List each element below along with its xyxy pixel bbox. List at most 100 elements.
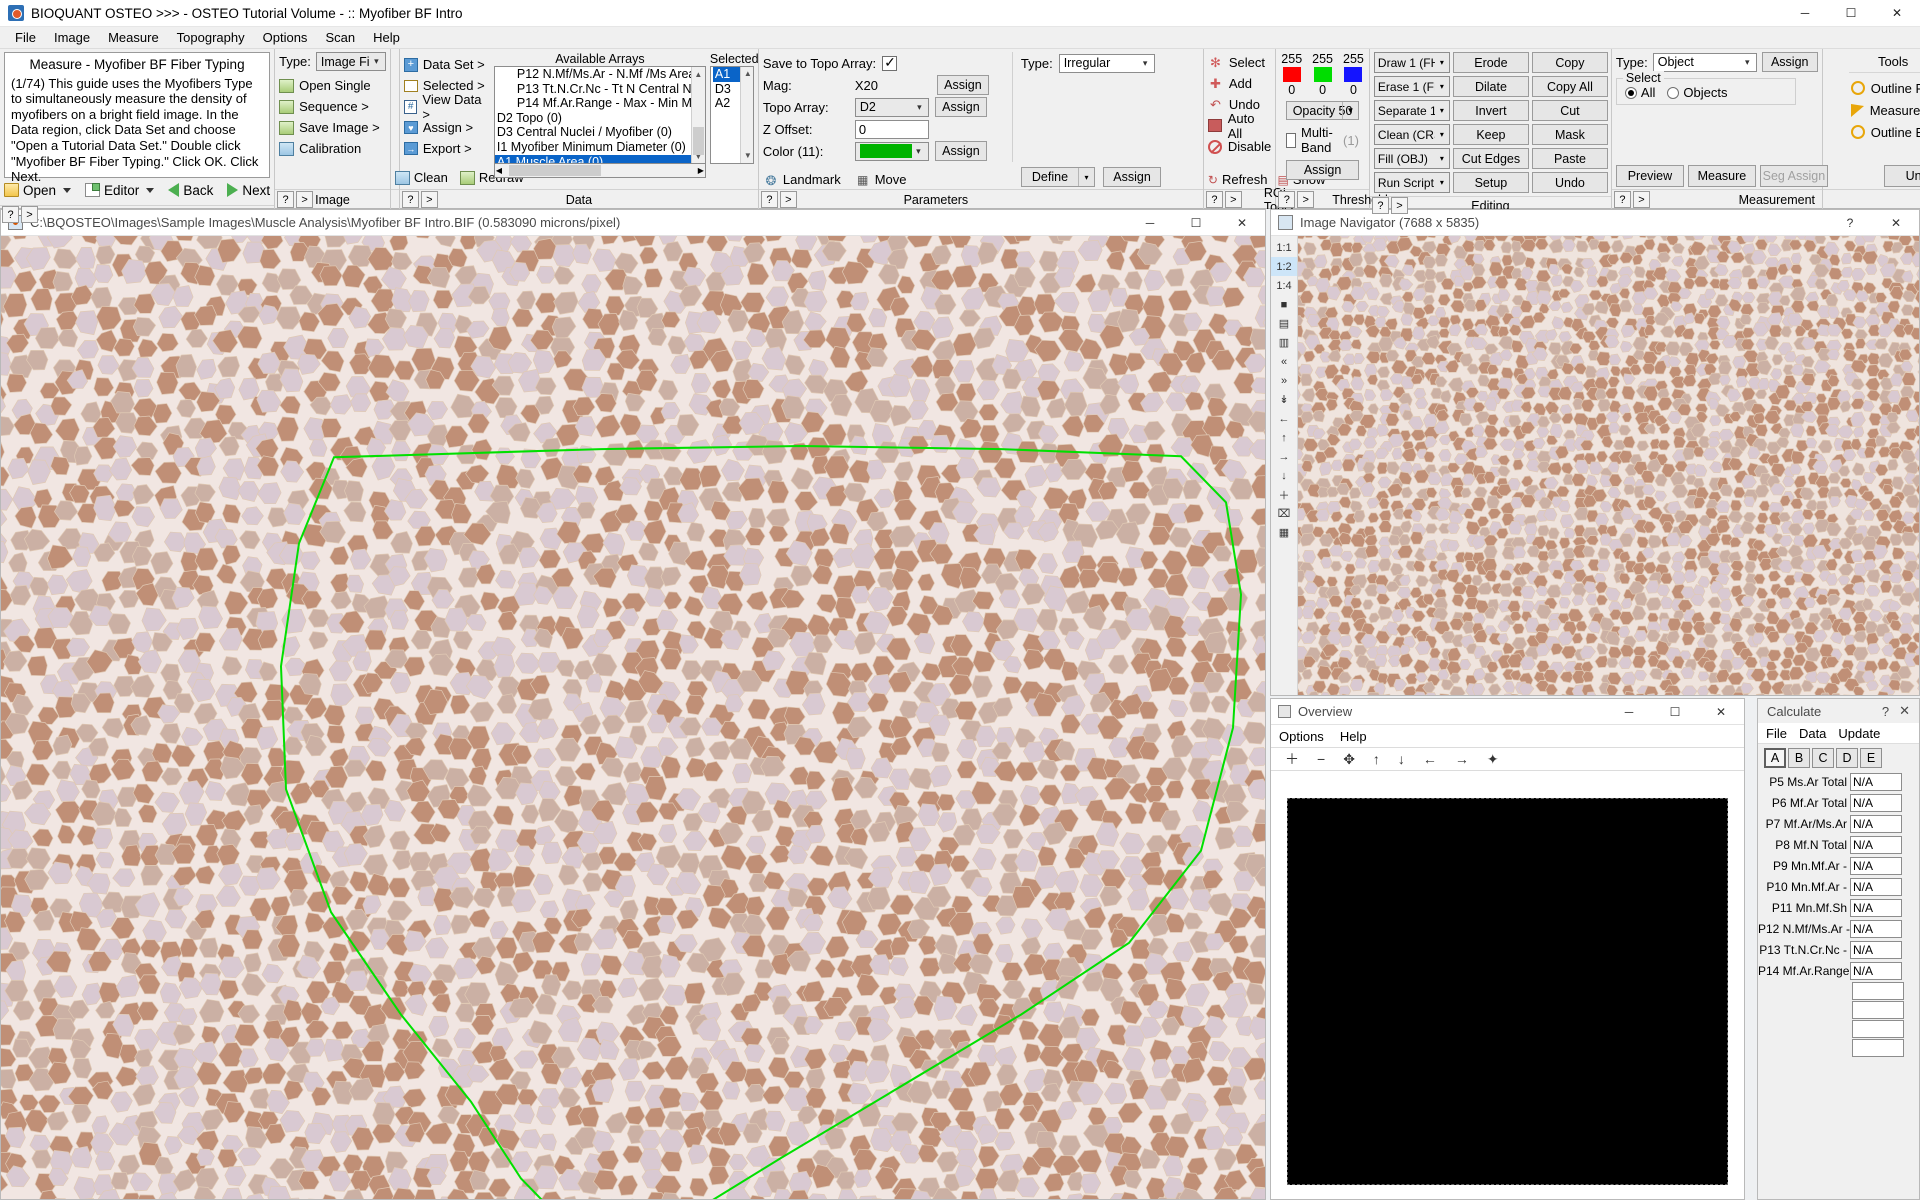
guide-open-button[interactable]: Open: [4, 183, 71, 198]
editing-help-button[interactable]: ?: [1372, 197, 1389, 214]
measurement-help-button[interactable]: ?: [1614, 191, 1631, 208]
scroll-right-icon[interactable]: ▶: [698, 166, 704, 175]
overview-maximize[interactable]: ☐: [1652, 699, 1698, 725]
measurement-assign-button[interactable]: Assign: [1762, 52, 1818, 72]
roi-add-button[interactable]: ✚ Add: [1208, 73, 1271, 94]
editing-button[interactable]: Keep: [1453, 124, 1529, 145]
calculate-tab-A[interactable]: A: [1764, 748, 1786, 768]
threshold-color-swatch[interactable]: [1314, 67, 1332, 82]
navigator-tool-icon[interactable]: ↑: [1271, 428, 1297, 447]
editing-button[interactable]: Undo: [1532, 172, 1608, 193]
editing-button[interactable]: Invert: [1453, 100, 1529, 121]
selected-vertical-scrollbar[interactable]: ▲ ▼: [740, 67, 753, 163]
navigator-help-button[interactable]: ?: [1827, 210, 1873, 236]
navigator-tool-icon[interactable]: ⌧: [1271, 504, 1297, 523]
roi-auto-all-button[interactable]: Auto All: [1208, 115, 1271, 136]
chevron-down-icon[interactable]: ▾: [1435, 58, 1449, 67]
navigator-close-button[interactable]: ✕: [1873, 210, 1919, 236]
navigator-tool-icon[interactable]: ↡: [1271, 390, 1297, 409]
navigator-tool-icon[interactable]: ■: [1271, 295, 1297, 314]
editing-button[interactable]: Paste: [1532, 148, 1608, 169]
overview-tool-icon[interactable]: ←: [1423, 751, 1437, 767]
menu-image[interactable]: Image: [45, 28, 99, 47]
array-list-item[interactable]: D2 Topo (0): [495, 111, 691, 126]
array-list-item[interactable]: A1 Muscle Area (0): [495, 155, 691, 164]
minimize-button[interactable]: ─: [1782, 0, 1828, 27]
scroll-up-icon[interactable]: ▲: [743, 67, 753, 81]
menu-measure[interactable]: Measure: [99, 28, 168, 47]
navigator-tool-icon[interactable]: «: [1271, 352, 1297, 371]
roi-type-select[interactable]: Irregular ▾: [1059, 54, 1155, 73]
data-help-button[interactable]: ?: [402, 191, 419, 208]
navigator-zoom-1-4[interactable]: 1:4: [1271, 276, 1297, 295]
color-assign-button[interactable]: Assign: [935, 141, 987, 161]
menu-options[interactable]: Options: [254, 28, 317, 47]
refresh-button[interactable]: ↻ Refresh: [1208, 172, 1268, 187]
navigator-tool-icon[interactable]: ←: [1271, 409, 1297, 428]
data-expand-button[interactable]: >: [421, 191, 438, 208]
guide-help-button[interactable]: ?: [2, 206, 19, 223]
overview-canvas[interactable]: [1287, 798, 1728, 1185]
preview-button[interactable]: Preview: [1616, 165, 1684, 187]
image-canvas[interactable]: [1, 236, 1265, 1199]
editing-tool-select[interactable]: Erase 1 (FH)▾: [1374, 76, 1450, 97]
calculate-tab-B[interactable]: B: [1788, 748, 1810, 768]
calculate-tab-C[interactable]: C: [1812, 748, 1834, 768]
chevron-down-icon[interactable]: ▾: [1078, 168, 1094, 186]
measure-button[interactable]: Measure: [1688, 165, 1756, 187]
outline-filter-button[interactable]: Outline Filter: [1827, 77, 1920, 99]
array-list-item[interactable]: P13 Tt.N.Cr.Nc - Tt N Central Nc (0): [495, 82, 691, 97]
overview-tool-icon[interactable]: ＋: [1285, 749, 1299, 769]
navigator-zoom-1-1[interactable]: 1:1: [1271, 238, 1297, 257]
calculate-extra-field-3[interactable]: [1852, 1020, 1904, 1038]
menu-help[interactable]: Help: [364, 28, 409, 47]
radio-all-icon[interactable]: [1625, 87, 1637, 99]
chevron-down-icon[interactable]: ▾: [1435, 106, 1449, 115]
arrays-vertical-scrollbar[interactable]: ▲ ▼: [691, 67, 705, 163]
navigator-tool-icon[interactable]: »: [1271, 371, 1297, 390]
array-list-item[interactable]: P12 N.Mf/Ms.Ar - N.Mf /Ms Area (0): [495, 67, 691, 82]
topo-array-select[interactable]: D2 ▾: [855, 98, 929, 117]
calculate-tab-D[interactable]: D: [1836, 748, 1858, 768]
calibration-button[interactable]: Calibration: [279, 138, 386, 159]
zoffset-input[interactable]: 0: [855, 120, 929, 139]
arrays-scroll-thumb[interactable]: [693, 127, 704, 155]
open-single-button[interactable]: Open Single: [279, 75, 386, 96]
arrays-horizontal-scrollbar[interactable]: ◀ ▶: [494, 164, 706, 178]
radio-objects-icon[interactable]: [1667, 87, 1679, 99]
roi-disable-button[interactable]: Disable: [1208, 136, 1271, 157]
data-export-button[interactable]: → Export >: [404, 138, 490, 159]
selected-array-item[interactable]: A2: [713, 96, 740, 111]
parameters-assign-button[interactable]: Assign: [1103, 167, 1161, 187]
view-data-button[interactable]: # View Data >: [404, 96, 490, 117]
image-help-button[interactable]: ?: [277, 191, 294, 208]
chevron-down-icon[interactable]: ▼: [1342, 102, 1358, 119]
chevron-down-icon[interactable]: ▾: [1435, 178, 1449, 187]
image-window-maximize[interactable]: ☐: [1173, 210, 1219, 236]
data-set-button[interactable]: + Data Set >: [404, 54, 490, 75]
editing-button[interactable]: Copy: [1532, 52, 1608, 73]
guide-editor-button[interactable]: Editor: [85, 183, 154, 198]
multiband-checkbox[interactable]: [1286, 133, 1296, 148]
measurement-expand-button[interactable]: >: [1633, 191, 1650, 208]
define-button[interactable]: Define ▾: [1021, 167, 1095, 187]
parameters-help-button[interactable]: ?: [761, 191, 778, 208]
outline-editor-button[interactable]: Outline Editor: [1827, 121, 1920, 143]
overview-menu-help[interactable]: Help: [1340, 729, 1367, 744]
move-button[interactable]: ▦ Move: [855, 172, 907, 187]
overview-tool-icon[interactable]: −: [1317, 751, 1325, 767]
seg-assign-button[interactable]: Seg Assign: [1760, 165, 1828, 187]
calculate-row-value[interactable]: N/A: [1850, 836, 1902, 854]
topo-assign-button[interactable]: Assign: [935, 97, 987, 117]
scroll-up-icon[interactable]: ▲: [692, 67, 705, 81]
menu-topography[interactable]: Topography: [168, 28, 254, 47]
navigator-tool-icon[interactable]: ▦: [1271, 523, 1297, 542]
navigator-tool-icon[interactable]: ↓: [1271, 466, 1297, 485]
navigator-tool-icon[interactable]: →: [1271, 447, 1297, 466]
calculate-help-button[interactable]: ?: [1882, 704, 1899, 719]
editing-expand-button[interactable]: >: [1391, 197, 1408, 214]
scroll-down-icon[interactable]: ▼: [743, 149, 753, 163]
available-arrays-list[interactable]: P12 N.Mf/Ms.Ar - N.Mf /Ms Area (0)P13 Tt…: [494, 66, 706, 164]
calculate-row-value[interactable]: N/A: [1850, 962, 1902, 980]
threshold-expand-button[interactable]: >: [1297, 191, 1314, 208]
